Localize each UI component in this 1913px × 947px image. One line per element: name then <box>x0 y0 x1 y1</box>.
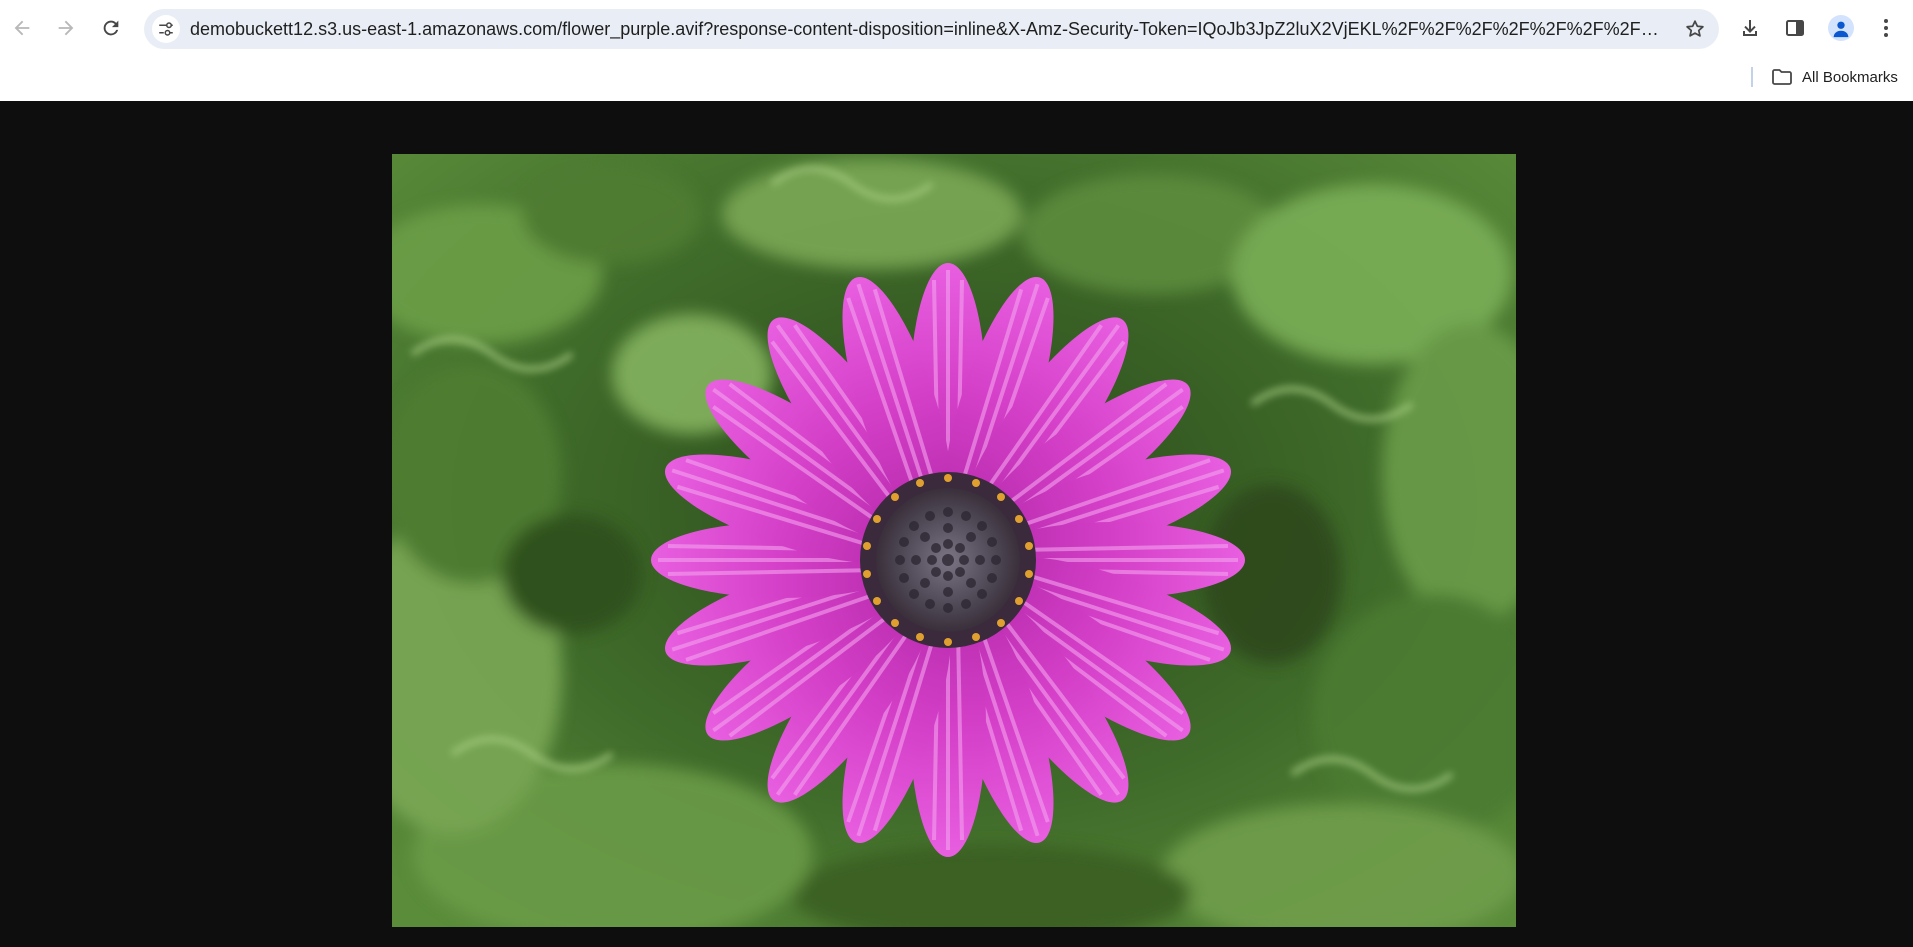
kebab-menu-icon <box>1884 19 1888 37</box>
forward-button[interactable] <box>49 11 83 45</box>
site-info-button[interactable] <box>152 15 180 43</box>
url-text[interactable]: demobuckett12.s3.us-east-1.amazonaws.com… <box>190 9 1668 49</box>
address-bar[interactable]: demobuckett12.s3.us-east-1.amazonaws.com… <box>144 9 1719 49</box>
image-viewer <box>0 101 1913 947</box>
browser-chrome: demobuckett12.s3.us-east-1.amazonaws.com… <box>0 0 1913 102</box>
back-button[interactable] <box>5 11 39 45</box>
download-icon <box>1743 20 1757 36</box>
star-icon <box>1686 20 1704 37</box>
flower-image[interactable] <box>392 154 1516 927</box>
purple-daisy-photo <box>392 154 1516 927</box>
reload-icon <box>103 20 119 36</box>
browser-toolbar: demobuckett12.s3.us-east-1.amazonaws.com… <box>0 0 1913 58</box>
all-bookmarks-button[interactable]: All Bookmarks <box>1766 62 1902 92</box>
profile-button[interactable] <box>1824 11 1858 45</box>
profile-icon <box>1833 21 1849 38</box>
folder-icon <box>1772 69 1792 85</box>
bookmarks-bar: All Bookmarks <box>0 58 1913 100</box>
side-panel-icon <box>1786 20 1804 36</box>
forward-arrow-icon <box>58 20 74 36</box>
download-button[interactable] <box>1733 11 1767 45</box>
tune-icon <box>159 22 173 36</box>
bookmark-star-button[interactable] <box>1681 15 1709 43</box>
menu-button[interactable] <box>1869 11 1903 45</box>
avatar <box>1828 15 1854 41</box>
side-panel-button[interactable] <box>1778 11 1812 45</box>
all-bookmarks-label: All Bookmarks <box>1802 68 1898 86</box>
reload-button[interactable] <box>94 11 128 45</box>
bookmarks-separator <box>1751 67 1753 87</box>
back-arrow-icon <box>14 20 30 36</box>
